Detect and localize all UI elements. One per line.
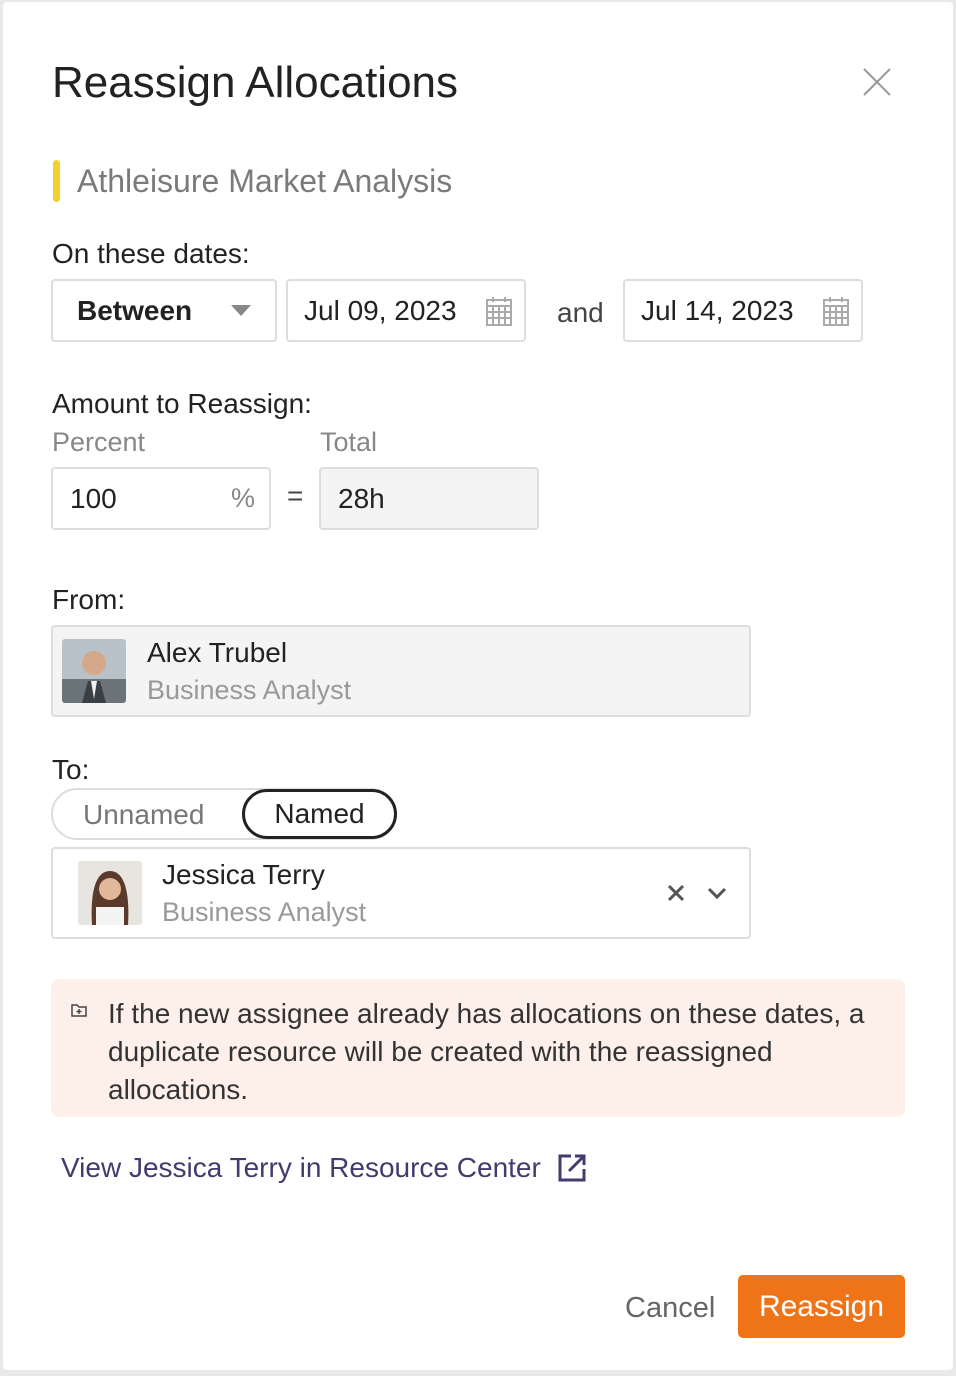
total-field: 28h — [319, 467, 539, 530]
to-name: Jessica Terry — [162, 858, 325, 890]
from-name: Alex Trubel — [147, 636, 288, 668]
info-folder-icon — [71, 1004, 87, 1017]
project-color-bar — [53, 160, 60, 202]
calendar-icon[interactable] — [823, 296, 849, 326]
total-label: Total — [320, 427, 378, 457]
total-value: 28h — [338, 482, 385, 514]
project-name: Athleisure Market Analysis — [77, 163, 453, 199]
date-mode-value: Between — [77, 294, 193, 326]
close-icon[interactable] — [861, 66, 893, 98]
named-toggle: Unnamed Named — [51, 788, 397, 840]
end-date-input[interactable]: Jul 14, 2023 — [623, 279, 863, 342]
toggle-unnamed[interactable]: Unnamed — [83, 799, 204, 831]
reassign-button[interactable]: Reassign — [738, 1275, 905, 1338]
date-mode-select[interactable]: Between — [51, 279, 277, 342]
equals-sign: = — [287, 480, 304, 511]
cancel-button[interactable]: Cancel — [625, 1292, 715, 1325]
from-resource: Alex Trubel Business Analyst — [51, 625, 751, 717]
notice-text: If the new assignee already has allocati… — [108, 998, 865, 1105]
end-date-value: Jul 14, 2023 — [641, 294, 794, 326]
percent-input[interactable]: 100 % — [51, 467, 271, 530]
dates-label: On these dates: — [52, 238, 250, 269]
external-link-icon — [558, 1154, 586, 1182]
from-label: From: — [52, 584, 126, 615]
resource-center-link[interactable]: View Jessica Terry in Resource Center — [61, 1152, 587, 1184]
duplicate-notice: If the new assignee already has allocati… — [51, 979, 905, 1117]
start-date-value: Jul 09, 2023 — [304, 294, 457, 326]
to-label: To: — [52, 754, 90, 785]
link-text: View Jessica Terry in Resource Center — [61, 1152, 541, 1183]
and-label: and — [557, 297, 604, 328]
to-resource-select[interactable]: Jessica Terry Business Analyst — [51, 847, 751, 939]
percent-label: Percent — [52, 427, 146, 457]
toggle-named[interactable]: Named — [242, 789, 397, 839]
avatar — [62, 639, 126, 703]
calendar-icon[interactable] — [486, 296, 512, 326]
from-role: Business Analyst — [147, 674, 352, 705]
chevron-down-icon[interactable] — [707, 887, 727, 899]
dialog-title: Reassign Allocations — [52, 58, 459, 107]
start-date-input[interactable]: Jul 09, 2023 — [286, 279, 526, 342]
percent-unit: % — [230, 483, 255, 513]
avatar — [78, 861, 142, 925]
caret-down-icon — [231, 304, 251, 316]
reassign-dialog: Reassign Allocations Athleisure Market A… — [3, 2, 953, 1370]
to-role: Business Analyst — [162, 896, 367, 927]
amount-label: Amount to Reassign: — [52, 388, 312, 419]
percent-value: 100 — [70, 482, 117, 514]
clear-icon[interactable] — [667, 884, 685, 902]
